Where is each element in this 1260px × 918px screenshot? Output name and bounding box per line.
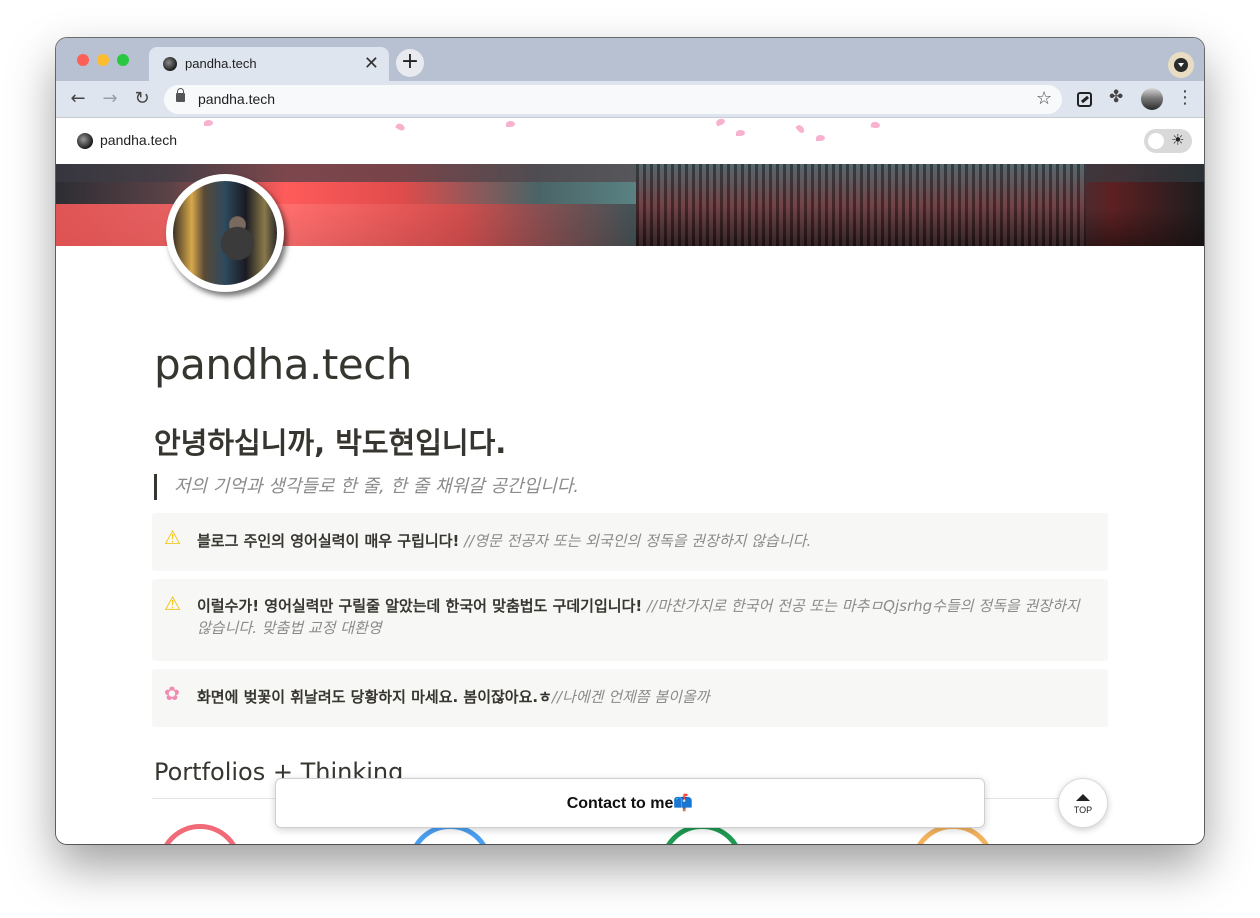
quote-text: 저의 기억과 생각들로 한 줄, 한 줄 채워갈 공간입니다.	[174, 476, 579, 497]
warning-icon: ⚠	[164, 527, 182, 549]
arrow-up-icon	[1076, 794, 1090, 801]
browser-menu-icon[interactable]: ⋮	[1176, 87, 1194, 108]
profile-photo-image	[173, 181, 277, 285]
callout-text: 이럴수가! 영어실력만 구릴줄 알았는데 한국어 맞춤법도 구데기입니다! //…	[197, 595, 1084, 639]
close-window-button[interactable]	[77, 54, 89, 66]
forward-button[interactable]: →	[98, 87, 122, 111]
tab-search-icon[interactable]	[1168, 52, 1194, 78]
cover-water	[56, 204, 636, 246]
callout-italic-text: //영문 전공자 또는 외국인의 정독을 권장하지 않습니다.	[464, 532, 812, 550]
site-logo-icon	[77, 133, 93, 149]
contact-label: Contact to me📫	[566, 795, 694, 812]
callout-english-warning: ⚠ 블로그 주인의 영어실력이 매우 구립니다! //영문 전공자 또는 외국인…	[152, 513, 1108, 571]
reload-button[interactable]: ↻	[130, 87, 154, 111]
cherry-petal	[506, 121, 515, 127]
theme-toggle[interactable]: ☀	[1144, 129, 1192, 153]
lock-icon[interactable]	[176, 88, 185, 102]
cherry-petal	[870, 121, 881, 129]
contact-button[interactable]: Contact to me📫	[275, 778, 985, 828]
minimize-window-button[interactable]	[97, 54, 109, 66]
scroll-top-button[interactable]: TOP	[1058, 778, 1108, 828]
profile-photo	[166, 174, 284, 292]
site-name-link[interactable]: pandha.tech	[100, 132, 177, 148]
greeting-heading: 안녕하십니까, 박도현입니다.	[154, 426, 507, 460]
portfolio-item[interactable]	[158, 824, 242, 844]
web-page: pandha.tech ☀ pandha.tech 안녕하십니까, 박도현입니다…	[56, 118, 1204, 844]
callout-italic-text: //나에겐 언제쯤 봄이올까	[551, 688, 710, 706]
callout-bold-text: 이럴수가! 영어실력만 구릴줄 알았는데 한국어 맞춤법도 구데기입니다!	[197, 597, 643, 615]
site-topbar: pandha.tech ☀	[56, 118, 1204, 164]
browser-window: pandha.tech ✕ + ← → ↻ pandha.tech ☆ ✤ ⋮ …	[56, 38, 1204, 844]
cherry-petal	[395, 122, 406, 132]
callout-bold-text: 블로그 주인의 영어실력이 매우 구립니다!	[197, 532, 460, 550]
cherry-petal	[736, 130, 745, 136]
extensions-puzzle-icon[interactable]: ✤	[1109, 87, 1123, 107]
toggle-knob	[1148, 133, 1164, 149]
address-bar[interactable]	[164, 85, 1062, 114]
bookmark-star-icon[interactable]: ☆	[1036, 88, 1052, 109]
cherry-petal	[204, 120, 213, 126]
screenshot-stage: pandha.tech ✕ + ← → ↻ pandha.tech ☆ ✤ ⋮ …	[0, 0, 1260, 918]
favicon-icon	[163, 57, 177, 71]
browser-toolbar: ← → ↻ pandha.tech ☆ ✤ ⋮	[56, 81, 1204, 118]
warning-icon: ⚠	[164, 593, 182, 615]
tab-strip: pandha.tech ✕ +	[56, 38, 1204, 81]
browser-tab[interactable]: pandha.tech ✕	[149, 47, 389, 81]
callout-bold-text: 화면에 벚꽃이 휘날려도 당황하지 마세요. 봄이잖아요.ㅎ	[197, 688, 552, 706]
cherry-petal	[715, 118, 726, 127]
profile-avatar[interactable]	[1141, 88, 1163, 110]
new-tab-button[interactable]: +	[396, 49, 424, 77]
intro-quote: 저의 기억과 생각들로 한 줄, 한 줄 채워갈 공간입니다.	[154, 474, 579, 500]
back-button[interactable]: ←	[66, 87, 90, 111]
cherry-blossom-icon: ✿	[164, 683, 180, 705]
cherry-petal	[795, 123, 806, 135]
tab-title: pandha.tech	[185, 56, 257, 71]
cherry-petal	[816, 135, 825, 141]
callout-cherry-blossom: ✿ 화면에 벚꽃이 휘날려도 당황하지 마세요. 봄이잖아요.ㅎ//나에겐 언제…	[152, 669, 1108, 727]
maximize-window-button[interactable]	[117, 54, 129, 66]
cover-boat	[636, 164, 1086, 246]
extension-icon[interactable]	[1077, 92, 1092, 107]
close-tab-icon[interactable]: ✕	[364, 53, 379, 74]
top-label: TOP	[1073, 805, 1093, 815]
page-title: pandha.tech	[154, 340, 412, 389]
callout-text: 화면에 벚꽃이 휘날려도 당황하지 마세요. 봄이잖아요.ㅎ//나에겐 언제쯤 …	[197, 686, 1084, 708]
callout-text: 블로그 주인의 영어실력이 매우 구립니다! //영문 전공자 또는 외국인의 …	[197, 530, 1084, 552]
sun-icon: ☀	[1171, 131, 1185, 149]
url-text[interactable]: pandha.tech	[198, 91, 275, 107]
callout-spelling-warning: ⚠ 이럴수가! 영어실력만 구릴줄 알았는데 한국어 맞춤법도 구데기입니다! …	[152, 579, 1108, 661]
